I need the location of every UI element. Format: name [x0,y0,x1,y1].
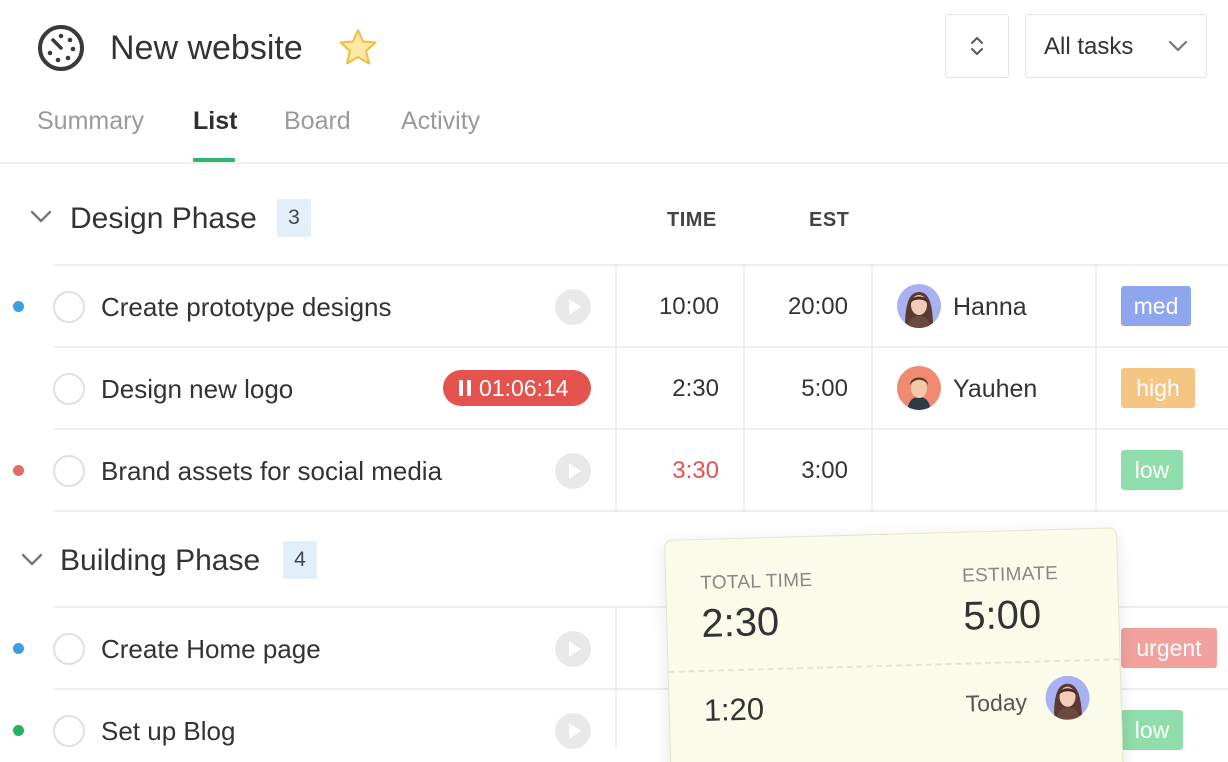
total-time-label: TOTAL TIME [699,569,813,595]
assignee-name[interactable]: Yauhen [953,373,1037,405]
tab-summary[interactable]: Summary [37,104,144,138]
task-status-dot [13,725,24,736]
task-name[interactable]: Brand assets for social media [101,454,442,488]
avatar [1044,675,1091,721]
project-icon [36,23,86,73]
task-complete-checkbox[interactable] [53,633,85,665]
priority-tag[interactable]: med [1121,286,1191,326]
row-divider [54,428,1228,430]
sort-arrows-icon [971,37,983,55]
play-timer-icon[interactable] [555,713,591,749]
group-count-badge: 4 [283,541,317,579]
popover-divider [668,658,1120,673]
play-timer-icon[interactable] [555,453,591,489]
column-divider [871,264,873,512]
running-timer-value: 01:06:14 [479,375,569,401]
tabs-divider [0,162,1228,164]
time-tracking-popover: TOTAL TIME 2:30 ESTIMATE 5:00 1:20 Today [664,527,1124,762]
favorite-star-icon[interactable] [338,28,378,66]
chevron-down-icon [1168,40,1188,52]
task-estimate[interactable]: 3:00 [728,456,848,486]
task-status-dot [13,465,24,476]
avatar[interactable] [897,366,941,410]
column-header-est[interactable]: EST [809,208,849,232]
group-title: Design Phase [70,202,257,235]
task-name[interactable]: Create Home page [101,632,321,666]
total-time-value: 2:30 [700,599,780,646]
play-timer-icon[interactable] [555,289,591,325]
time-entry-duration[interactable]: 1:20 [703,690,764,730]
task-complete-checkbox[interactable] [53,373,85,405]
column-divider [615,606,617,748]
assignee-name[interactable]: Hanna [953,291,1027,323]
row-divider [54,346,1228,348]
project-title: New website [110,29,303,67]
priority-tag[interactable]: low [1121,710,1183,750]
task-filter-select[interactable]: All tasks [1025,14,1207,78]
task-name[interactable]: Design new logo [101,372,293,406]
tab-list[interactable]: List [193,104,237,138]
group-collapse-chevron-icon[interactable] [30,210,52,224]
row-divider [54,510,1228,512]
priority-tag[interactable]: urgent [1121,628,1217,668]
task-complete-checkbox[interactable] [53,455,85,487]
group-title: Building Phase [60,544,261,577]
group-count-badge: 3 [277,199,311,237]
task-estimate[interactable]: 20:00 [728,292,848,322]
task-status-dot [13,643,24,654]
task-filter-label: All tasks [1044,33,1134,60]
avatar[interactable] [897,284,941,328]
task-name[interactable]: Create prototype designs [101,290,392,324]
play-timer-icon[interactable] [555,631,591,667]
task-time[interactable]: 2:30 [599,374,719,404]
column-divider [1095,264,1097,512]
running-timer-button[interactable]: 01:06:14 [443,370,591,406]
task-time-overtime[interactable]: 3:30 [599,456,719,486]
task-status-dot [13,301,24,312]
pause-icon [459,380,471,396]
estimate-value[interactable]: 5:00 [963,591,1042,641]
task-complete-checkbox[interactable] [53,291,85,323]
tab-activity[interactable]: Activity [401,104,480,138]
task-complete-checkbox[interactable] [53,715,85,747]
task-name[interactable]: Set up Blog [101,714,235,748]
estimate-label: ESTIMATE [961,563,1059,587]
task-estimate[interactable]: 5:00 [728,374,848,404]
priority-tag[interactable]: high [1121,368,1195,408]
tab-board[interactable]: Board [284,104,351,138]
task-time[interactable]: 10:00 [599,292,719,322]
group-collapse-chevron-icon[interactable] [21,553,43,567]
sort-button[interactable] [945,14,1009,78]
time-entry-date: Today [965,688,1028,717]
priority-tag[interactable]: low [1121,450,1183,490]
row-divider [54,264,1228,266]
column-header-time[interactable]: TIME [667,208,717,232]
